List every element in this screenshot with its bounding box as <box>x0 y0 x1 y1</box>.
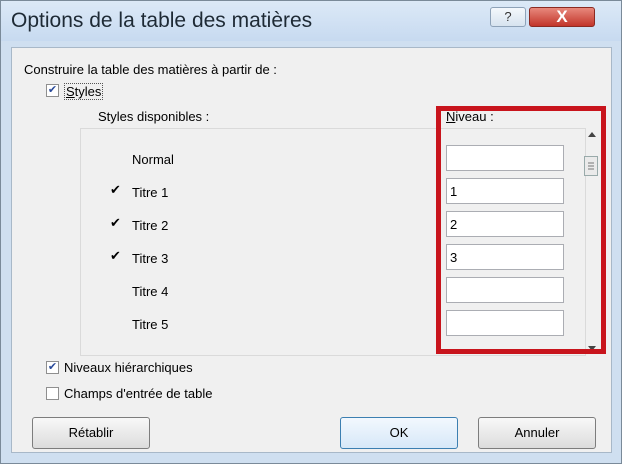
checkmark-icon: ✔ <box>110 215 121 230</box>
style-name: Titre 4 <box>132 284 169 299</box>
style-name: Titre 1 <box>132 185 169 200</box>
style-name: Titre 3 <box>132 251 169 266</box>
style-name: Titre 5 <box>132 317 169 332</box>
dialog-title: Options de la table des matières <box>11 9 313 32</box>
help-button[interactable]: ? <box>490 7 526 27</box>
build-from-label: Construire la table des matières à parti… <box>24 62 277 77</box>
table-entry-fields-label[interactable]: Champs d'entrée de table <box>64 386 212 401</box>
style-name: Normal <box>132 152 174 167</box>
outline-levels-label[interactable]: Niveaux hiérarchiques <box>64 360 193 375</box>
available-styles-label: Styles disponibles : <box>98 109 210 124</box>
cancel-button[interactable]: Annuler <box>478 417 596 449</box>
toc-options-dialog: Options de la table des matières ? X Con… <box>0 0 622 464</box>
title-bar[interactable]: Options de la table des matières ? X <box>1 1 621 41</box>
reset-button[interactable]: Rétablir <box>32 417 150 449</box>
level-highlight-box <box>436 106 606 354</box>
style-name: Titre 2 <box>132 218 169 233</box>
checkmark-icon: ✔ <box>47 361 58 373</box>
styles-checkbox-label-text: tyles <box>74 84 102 99</box>
close-icon: X <box>556 7 568 26</box>
close-button[interactable]: X <box>529 7 595 27</box>
dialog-body: Construire la table des matières à parti… <box>11 47 612 453</box>
checkmark-icon: ✔ <box>110 248 121 263</box>
styles-checkbox[interactable]: ✔ <box>46 84 59 97</box>
outline-levels-checkbox[interactable]: ✔ <box>46 361 59 374</box>
help-icon: ? <box>504 9 512 24</box>
styles-checkbox-label[interactable]: Styles <box>64 83 104 100</box>
ok-button[interactable]: OK <box>340 417 458 449</box>
checkmark-icon: ✔ <box>47 84 58 96</box>
checkmark-icon: ✔ <box>110 182 121 197</box>
table-entry-fields-checkbox[interactable] <box>46 387 59 400</box>
